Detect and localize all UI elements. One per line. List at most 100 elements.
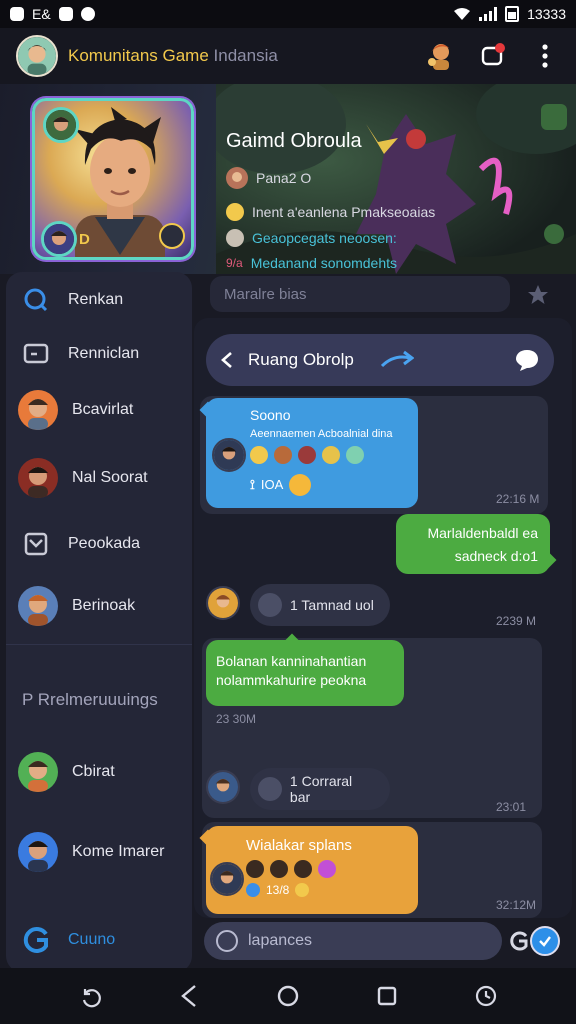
skull-emoji-icon: [298, 445, 316, 464]
sidebar-item-label: Berinoak: [72, 597, 136, 614]
rotate-button[interactable]: [70, 976, 110, 1016]
card-level-icon: [159, 223, 185, 249]
grin-emoji-icon: [289, 473, 312, 496]
message-pill-2-text: 1 Corraral bar: [289, 773, 353, 805]
message-3-line-2: nolammkahurire peokna: [216, 671, 367, 688]
info-emoji-icon: [246, 883, 260, 898]
history-icon: [476, 985, 497, 1007]
sidebar-item-user-2[interactable]: Nal Soorat: [18, 456, 188, 500]
card-bottom-badge-avatar: [41, 221, 77, 257]
message-2-line-2: sadneck d:o1: [454, 547, 538, 564]
signal-icon: [479, 7, 498, 21]
chart-icon: [24, 532, 48, 556]
sidebar-item-user-4[interactable]: Cbirat: [18, 750, 188, 794]
app-root: E& 13333 Komunitans Game Indansia D Gaim…: [0, 0, 576, 1024]
info-line-3: 9/a Medanand sonomdehts: [226, 255, 435, 271]
featured-character-card[interactable]: D: [32, 98, 194, 260]
room-chat-button[interactable]: [510, 343, 544, 377]
message-1-avatar[interactable]: [212, 438, 246, 472]
star-emoji-icon: [294, 860, 312, 879]
app-header: Komunitans Game Indansia: [0, 28, 576, 84]
history-button[interactable]: [466, 976, 506, 1016]
status-bar: E& 13333: [0, 0, 576, 28]
media-icon: [80, 7, 95, 21]
notifications-button[interactable]: [476, 39, 510, 73]
back-button[interactable]: [169, 976, 209, 1016]
message-3-line-1: Bolanan kanninahantian: [216, 653, 367, 669]
member-row: Pana2 O: [226, 167, 435, 189]
message-1-time: 22:16 M: [496, 492, 540, 506]
sidebar-item-user-3[interactable]: Berinoak: [18, 584, 188, 628]
profile-avatar[interactable]: [16, 35, 58, 77]
emoji-picker-icon[interactable]: [216, 930, 238, 952]
message-input[interactable]: lapances: [204, 922, 502, 960]
home-button[interactable]: [268, 976, 308, 1016]
pill-2-avatar[interactable]: [206, 770, 240, 804]
attachment-icon: [258, 593, 282, 617]
sidebar-item-label: Bcavirlat: [72, 401, 134, 418]
message-pill-1[interactable]: 1 Tamnad uol: [250, 584, 390, 626]
attach-icon[interactable]: [508, 930, 530, 952]
search-icon: [24, 288, 48, 312]
recents-icon: [377, 986, 397, 1006]
user-avatar: [18, 752, 58, 792]
member-avatar: [226, 167, 248, 189]
user-avatar: [18, 586, 58, 626]
attachment-icon: [258, 777, 282, 801]
sidebar-item-stats[interactable]: Peookada: [18, 522, 188, 566]
home-icon: [277, 985, 299, 1007]
group-title: Gaimd Obroula: [226, 130, 362, 152]
message-input-placeholder: lapances: [248, 932, 313, 949]
info-line-1-text: Inent a'eanlena Pmakseoaias: [252, 204, 436, 220]
room-title: Ruang Obrolp: [248, 350, 354, 369]
message-1-meta-row: ⟟ IOA: [250, 473, 408, 496]
sidebar-item-label: Peookada: [68, 535, 141, 552]
status-time: 13333: [527, 6, 566, 22]
sidebar-item-user-1[interactable]: Bcavirlat: [18, 388, 188, 432]
app-title: Komunitans Game Indansia: [68, 46, 278, 66]
message-icon: [23, 343, 49, 364]
message-bubble-2[interactable]: Marlaldenbaldl ea sadneck d:o1: [396, 514, 557, 574]
message-1-emoji-row: [250, 445, 408, 464]
info-line-2: Geaopcegats neoosen:: [226, 229, 435, 247]
more-vertical-icon: [542, 44, 548, 68]
sidebar-item-user-5[interactable]: Kome Imarer: [18, 830, 188, 874]
send-button[interactable]: [530, 926, 560, 956]
heart-emoji-icon: [318, 860, 336, 879]
message-bubble-3[interactable]: Bolanan kanninahantian nolammkahurire pe…: [206, 633, 404, 706]
message-4-title: Wialakar splans: [246, 837, 352, 854]
chat-room-bar: Ruang Obrolp: [206, 334, 554, 386]
sidebar-footer-item[interactable]: Cuuno: [18, 918, 188, 962]
sidebar-item-label: Kome Imarer: [72, 843, 165, 860]
info-line-3-prefix: 9/a: [226, 256, 243, 270]
check-icon: [539, 936, 551, 947]
more-options-button[interactable]: [528, 39, 562, 73]
share-arrow-icon[interactable]: [380, 350, 414, 370]
favorite-button[interactable]: [520, 278, 556, 312]
message-4-avatar[interactable]: [210, 862, 244, 896]
message-pill-2[interactable]: 1 Corraral bar: [250, 768, 390, 810]
sidebar-divider: [6, 644, 192, 645]
message-4-meta-row: 13/8: [246, 882, 408, 898]
sidebar-item-messages[interactable]: Renniclan: [18, 332, 188, 376]
sidebar-item-search[interactable]: Renkan: [18, 278, 188, 322]
message-4-meta: 13/8: [266, 883, 290, 898]
sidebar-item-label: Renniclan: [68, 345, 140, 362]
pill-1-avatar[interactable]: [206, 586, 240, 620]
recents-button[interactable]: [367, 976, 407, 1016]
app-icon: [58, 7, 73, 21]
battery-icon: [505, 6, 520, 22]
chat-search-input[interactable]: Maralre bias: [210, 276, 510, 312]
message-pill-1-time: 2239 M: [496, 614, 537, 628]
star-icon: [528, 285, 548, 304]
message-2-line-1: Marlaldenbaldl ea: [427, 525, 538, 541]
message-pill-1-text: 1 Tamnad uol: [290, 597, 374, 613]
bell-icon: [481, 43, 505, 66]
game-character-button[interactable]: [424, 39, 458, 73]
back-chevron-icon[interactable]: [220, 351, 234, 369]
group-hero-banner: D Gaimd Obroula Pana2 O Inent a'eanlena …: [0, 84, 576, 274]
message-3-time: 23 30M: [216, 712, 257, 726]
sidebar-section-title: P Rrelmeruuuings: [22, 690, 158, 709]
rotate-icon: [82, 989, 101, 1008]
status-left-text: E&: [32, 6, 51, 22]
